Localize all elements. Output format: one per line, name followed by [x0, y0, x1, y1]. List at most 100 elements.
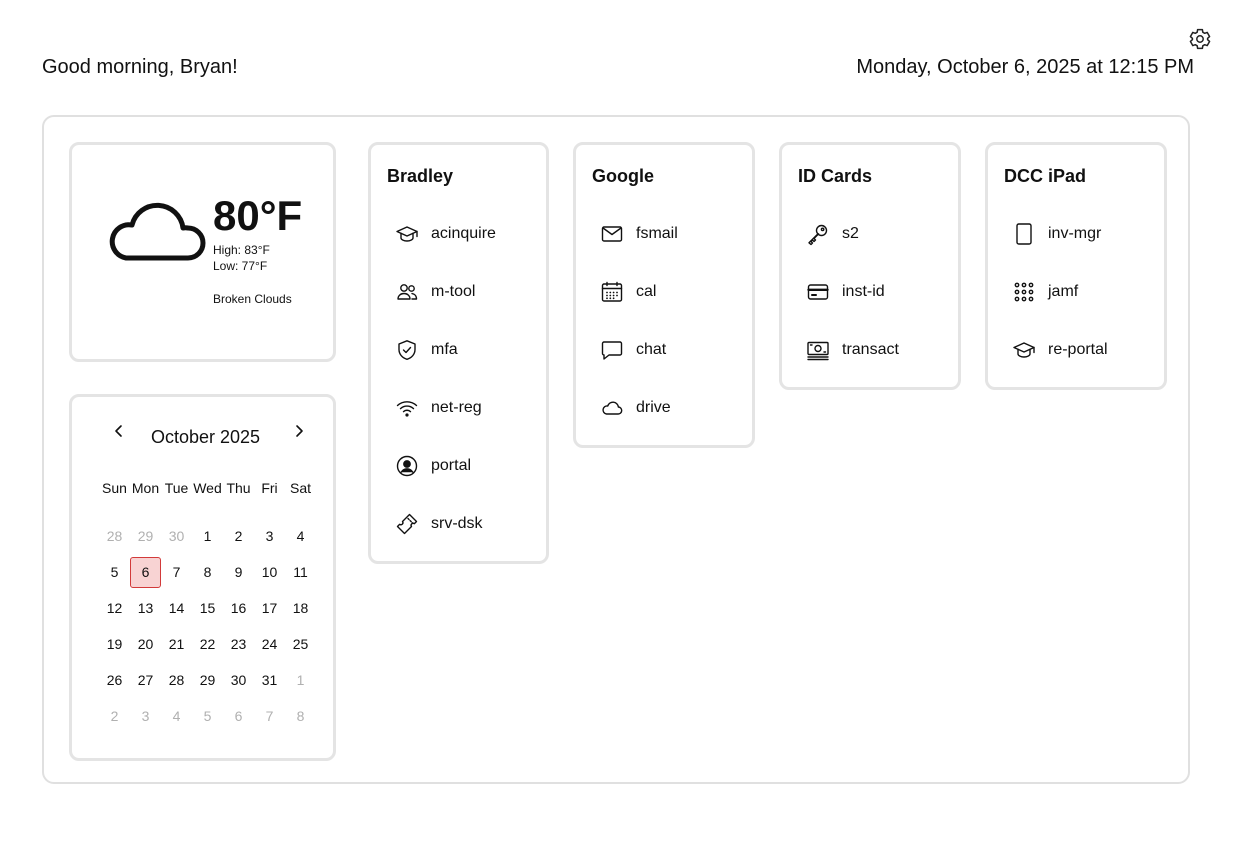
ticket-icon: [395, 512, 419, 536]
link-label: portal: [431, 457, 472, 474]
calendar-day[interactable]: 3: [254, 521, 285, 552]
calendar-day[interactable]: 1: [285, 665, 316, 696]
calendar-day[interactable]: 27: [130, 665, 161, 696]
link-m-tool[interactable]: m-tool: [387, 277, 475, 307]
link-jamf[interactable]: jamf: [1004, 277, 1078, 307]
users-icon: [395, 280, 419, 304]
link-inst-id[interactable]: inst-id: [798, 277, 885, 307]
calendar-day[interactable]: 3: [130, 701, 161, 732]
graduation-cap-icon: [395, 222, 419, 246]
weekday-label: Tue: [164, 480, 189, 496]
link-mfa[interactable]: mfa: [387, 335, 458, 365]
calendar-day[interactable]: 29: [192, 665, 223, 696]
weather-description: Broken Clouds: [213, 292, 292, 306]
calendar-day[interactable]: 28: [161, 665, 192, 696]
link-re-portal[interactable]: re-portal: [1004, 335, 1108, 365]
calendar-day[interactable]: 22: [192, 629, 223, 660]
link-portal[interactable]: portal: [387, 451, 471, 481]
link-group-title: DCC iPad: [1004, 166, 1087, 186]
cloud-icon: [109, 202, 206, 261]
calendar-day[interactable]: 12: [99, 593, 130, 624]
link-label: inst-id: [842, 283, 885, 300]
calendar-day[interactable]: 2: [99, 701, 130, 732]
link-label: inv-mgr: [1048, 225, 1102, 242]
calendar-day[interactable]: 31: [254, 665, 285, 696]
link-label: cal: [636, 283, 657, 300]
settings-button[interactable]: [1188, 27, 1212, 51]
calendar-day[interactable]: 20: [130, 629, 161, 660]
tablet-icon: [1012, 222, 1036, 246]
link-label: m-tool: [431, 283, 476, 300]
calendar-day[interactable]: 15: [192, 593, 223, 624]
calendar-card: October 2025 Sun Mon Tue Wed Thu Fri Sat 28 29 30…: [69, 394, 336, 761]
calendar-day[interactable]: 30: [223, 665, 254, 696]
calendar-day[interactable]: 26: [99, 665, 130, 696]
calendar-day[interactable]: 24: [254, 629, 285, 660]
chevron-right-icon: [296, 425, 303, 437]
weekday-label: Wed: [193, 480, 222, 496]
calendar-day[interactable]: 9: [223, 557, 254, 588]
calendar-day[interactable]: 19: [99, 629, 130, 660]
calendar-day-selected[interactable]: 6: [130, 557, 161, 588]
link-s2[interactable]: s2: [798, 219, 859, 249]
credit-card-icon: [806, 280, 830, 304]
link-label: acinquire: [431, 225, 496, 242]
calendar-day[interactable]: 29: [130, 521, 161, 552]
gear-icon: [1189, 28, 1211, 50]
weekday-label: Sun: [102, 480, 127, 496]
graduation-cap-icon: [1012, 338, 1036, 362]
link-group-title: Google: [592, 166, 654, 186]
calendar-day[interactable]: 17: [254, 593, 285, 624]
calendar-day[interactable]: 11: [285, 557, 316, 588]
calendar-day[interactable]: 14: [161, 593, 192, 624]
calendar-day[interactable]: 23: [223, 629, 254, 660]
weather-temperature: 80°F: [213, 192, 303, 239]
calendar-day[interactable]: 16: [223, 593, 254, 624]
calendar-day[interactable]: 4: [161, 701, 192, 732]
calendar-day[interactable]: 10: [254, 557, 285, 588]
user-circle-icon: [395, 454, 419, 478]
weather-low: Low: 77°F: [213, 259, 268, 273]
calendar-icon: [600, 280, 624, 304]
link-label: transact: [842, 341, 899, 358]
link-fsmail[interactable]: fsmail: [592, 219, 678, 249]
link-label: s2: [842, 225, 859, 242]
calendar-day[interactable]: 25: [285, 629, 316, 660]
link-transact[interactable]: transact: [798, 335, 899, 365]
calendar-day[interactable]: 6: [223, 701, 254, 732]
calendar-day[interactable]: 30: [161, 521, 192, 552]
current-datetime: Monday, October 6, 2025 at 12:15 PM: [856, 56, 1194, 78]
link-group-google: Google fsmail cal chat drive: [573, 142, 755, 448]
calendar-day[interactable]: 8: [192, 557, 223, 588]
weekday-label: Fri: [261, 480, 278, 496]
key-icon: [806, 222, 830, 246]
link-label: mfa: [431, 341, 458, 358]
link-chat[interactable]: chat: [592, 335, 666, 365]
calendar-day[interactable]: 13: [130, 593, 161, 624]
calendar-day[interactable]: 5: [99, 557, 130, 588]
calendar-day[interactable]: 2: [223, 521, 254, 552]
calendar-day[interactable]: 7: [161, 557, 192, 588]
calendar-next-button[interactable]: [291, 423, 307, 439]
calendar-day[interactable]: 7: [254, 701, 285, 732]
link-label: drive: [636, 399, 671, 416]
calendar-day[interactable]: 5: [192, 701, 223, 732]
calendar-day[interactable]: 18: [285, 593, 316, 624]
calendar-day[interactable]: 21: [161, 629, 192, 660]
chat-bubble-icon: [600, 338, 624, 362]
calendar-day[interactable]: 8: [285, 701, 316, 732]
calendar-day[interactable]: 1: [192, 521, 223, 552]
link-label: re-portal: [1048, 341, 1108, 358]
link-cal[interactable]: cal: [592, 277, 656, 307]
link-group-id-cards: ID Cards s2 inst-id transact: [779, 142, 961, 390]
mail-icon: [600, 222, 624, 246]
calendar-day[interactable]: 28: [99, 521, 130, 552]
link-net-reg[interactable]: net-reg: [387, 393, 482, 423]
link-label: srv-dsk: [431, 515, 483, 532]
link-acinquire[interactable]: acinquire: [387, 219, 496, 249]
link-srv-dsk[interactable]: srv-dsk: [387, 509, 483, 539]
link-drive[interactable]: drive: [592, 393, 671, 423]
link-inv-mgr[interactable]: inv-mgr: [1004, 219, 1101, 249]
greeting: Good morning, Bryan!: [42, 56, 238, 78]
calendar-day[interactable]: 4: [285, 521, 316, 552]
